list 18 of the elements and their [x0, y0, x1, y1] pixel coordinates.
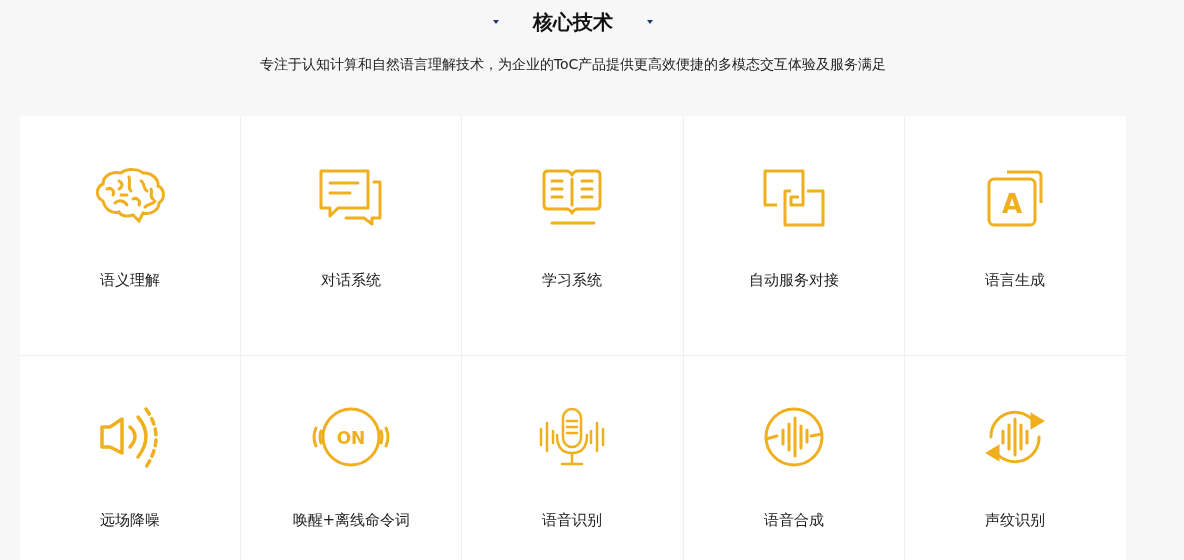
microphone-icon — [538, 407, 607, 467]
feature-label: 自动服务对接 — [748, 270, 839, 290]
feature-label: 语言生成 — [985, 270, 1046, 290]
feature-label: 声纹识别 — [985, 510, 1046, 530]
feature-label: 语音合成 — [763, 510, 824, 530]
feature-label: 学习系统 — [542, 270, 603, 290]
triangle-icon — [493, 20, 499, 24]
feature-label: 远场降噪 — [100, 510, 161, 530]
feature-label: 语音识别 — [542, 510, 603, 530]
sound-wave-icon — [762, 406, 825, 468]
section-subtitle: 专注于认知计算和自然语言理解技术，为企业的ToC产品提供更高效便捷的多模态交互体验及服务满足 — [259, 55, 887, 74]
chat-icon — [318, 168, 385, 226]
feature-label: 唤醒+离线命令词 — [292, 510, 411, 530]
feature-label: 语义理解 — [100, 270, 161, 290]
feature-label: 对话系统 — [321, 270, 382, 290]
book-icon — [540, 167, 605, 227]
section-title: 核心技术 — [533, 9, 613, 36]
triangle-icon — [647, 20, 653, 24]
